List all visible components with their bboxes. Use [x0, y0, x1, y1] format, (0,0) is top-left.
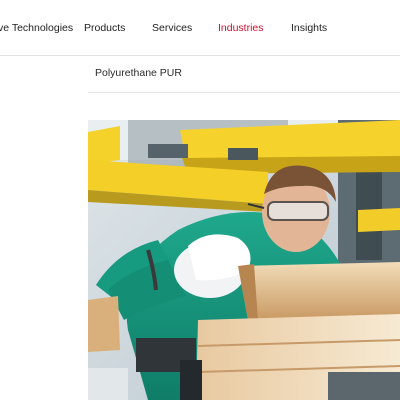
top-navigation: ve Technologies Products Services Indust…: [0, 0, 400, 56]
nav-item-products[interactable]: Products: [84, 22, 125, 34]
nav-item-technologies[interactable]: ve Technologies: [0, 22, 73, 34]
nav-item-industries[interactable]: Industries: [218, 22, 264, 34]
page-title-bar: Polyurethane PUR: [88, 57, 400, 93]
nav-item-insights[interactable]: Insights: [291, 22, 327, 34]
hero-image: [88, 120, 400, 400]
page-title: Polyurethane PUR: [95, 67, 182, 79]
hero-illustration: [88, 120, 400, 400]
nav-item-services[interactable]: Services: [152, 22, 192, 34]
